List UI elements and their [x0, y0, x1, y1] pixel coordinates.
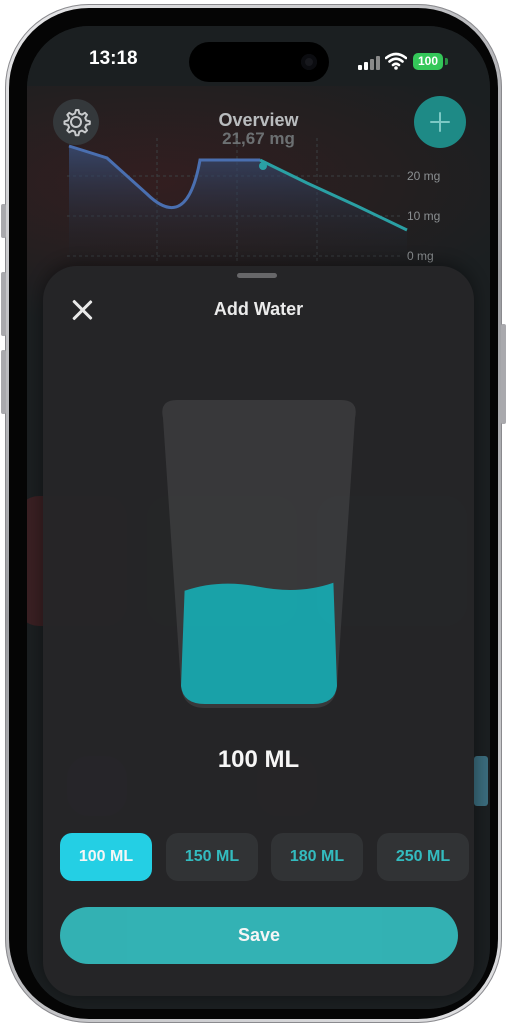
- save-button[interactable]: Save: [60, 907, 458, 964]
- preset-180-ml[interactable]: 180 ML: [271, 833, 363, 881]
- volume-down-button: [1, 350, 6, 414]
- add-water-sheet: Add Water 100 ML 100 ML 150 ML 180 ML 25…: [43, 266, 474, 996]
- water-level: [181, 582, 337, 704]
- preset-row: 100 ML 150 ML 180 ML 250 ML: [60, 833, 472, 881]
- dynamic-island: [189, 42, 329, 82]
- wifi-icon: [385, 52, 407, 70]
- water-glass-icon: [162, 400, 356, 708]
- action-button: [1, 204, 6, 238]
- phone-frame: Overview 21,67 mg 20 mg 10 mg 0 mg 13:18…: [1, 4, 506, 1023]
- preset-150-ml[interactable]: 150 ML: [166, 833, 258, 881]
- screen: Overview 21,67 mg 20 mg 10 mg 0 mg 13:18…: [27, 26, 490, 1009]
- amount-label: 100 ML: [217, 746, 300, 773]
- camera-icon: [301, 54, 317, 70]
- signal-icon: [358, 56, 380, 70]
- background-peek: [474, 726, 490, 846]
- chart-tick-10: 10 mg: [407, 209, 441, 223]
- sheet-title: Add Water: [213, 299, 304, 319]
- status-time: 13:18: [89, 48, 138, 69]
- power-button: [501, 324, 506, 424]
- sheet-grabber[interactable]: [237, 273, 277, 278]
- chart-tick-20: 20 mg: [407, 169, 441, 183]
- chart-tick-0: 0 mg: [407, 249, 434, 263]
- preset-100-ml[interactable]: 100 ML: [60, 833, 152, 881]
- volume-up-button: [1, 272, 6, 336]
- battery-icon: 100: [413, 53, 443, 70]
- preset-250-ml[interactable]: 250 ML: [377, 833, 469, 881]
